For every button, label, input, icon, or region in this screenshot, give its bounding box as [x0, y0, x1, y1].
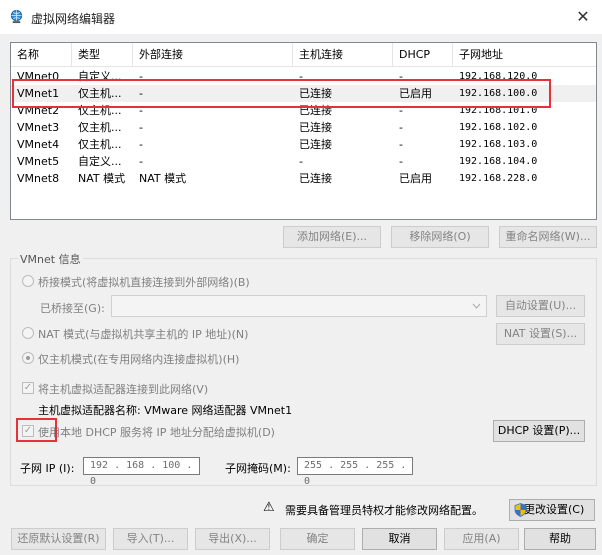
subnet-ip-input[interactable]: 192 . 168 . 100 . 0 — [83, 457, 200, 487]
change-settings-button[interactable]: 更改设置(C) — [509, 499, 595, 521]
cell-dhcp: - — [399, 155, 403, 168]
cell-name: VMnet3 — [17, 121, 60, 134]
bridged-label: 桥接模式(将虚拟机直接连接到外部网络)(B) — [38, 276, 250, 289]
change-settings-label: 更改设置(C) — [524, 503, 585, 516]
cell-external: - — [139, 138, 143, 151]
remove-network-button[interactable]: 移除网络(O) — [391, 226, 489, 248]
title-bar: 虚拟网络编辑器 ✕ — [0, 0, 602, 34]
cell-external: - — [139, 121, 143, 134]
cell-subnet: 192.168.103.0 — [459, 139, 538, 150]
warning-icon: ⚠ — [263, 500, 275, 515]
cell-type: NAT 模式 — [78, 172, 126, 185]
cell-dhcp: - — [399, 138, 403, 151]
column-header-subnet[interactable]: 子网地址 — [453, 43, 596, 67]
column-header-host[interactable]: 主机连接 — [293, 43, 393, 67]
column-header-dhcp[interactable]: DHCP — [393, 43, 453, 67]
table-row[interactable]: VMnet4 仅主机... - 已连接 - 192.168.103.0 — [11, 136, 596, 153]
export-button[interactable]: 导出(X)... — [195, 528, 270, 550]
nat-label: NAT 模式(与虚拟机共享主机的 IP 地址)(N) — [38, 328, 249, 341]
nat-radio[interactable] — [22, 327, 34, 339]
cell-type: 自定义... — [78, 155, 122, 168]
use-dhcp-label: 使用本地 DHCP 服务将 IP 地址分配给虚拟机(D) — [38, 426, 275, 439]
network-list[interactable]: 名称 类型 外部连接 主机连接 DHCP 子网地址 VMnet0 自定义... - -… — [10, 42, 597, 220]
table-row[interactable]: VMnet8 NAT 模式 NAT 模式 已连接 已启用 192.168.228.0 — [11, 170, 596, 187]
highlight-vmnet1-row — [12, 79, 551, 108]
cell-dhcp: - — [399, 121, 403, 134]
connect-adapter-checkbox[interactable]: ✓ — [22, 382, 34, 394]
shield-icon — [514, 503, 527, 517]
network-globe-icon — [10, 9, 23, 24]
cell-host: 已连接 — [299, 138, 332, 151]
table-row[interactable]: VMnet3 仅主机... - 已连接 - 192.168.102.0 — [11, 119, 596, 136]
cell-name: VMnet4 — [17, 138, 60, 151]
cell-subnet: 192.168.102.0 — [459, 122, 538, 133]
window-title: 虚拟网络编辑器 — [31, 12, 116, 26]
vmnet-info-group — [10, 258, 597, 486]
bridged-radio[interactable] — [22, 275, 34, 287]
column-header-external[interactable]: 外部连接 — [133, 43, 293, 67]
bridged-to-select[interactable] — [111, 295, 487, 317]
highlight-dhcp-checkbox — [16, 418, 57, 442]
nat-settings-button[interactable]: NAT 设置(S)... — [496, 323, 585, 345]
host-only-label: 仅主机模式(在专用网络内连接虚拟机)(H) — [38, 353, 240, 366]
cell-host: - — [299, 155, 303, 168]
import-button[interactable]: 导入(T)... — [113, 528, 188, 550]
column-header-name[interactable]: 名称 — [11, 43, 72, 67]
cell-external: NAT 模式 — [139, 172, 187, 185]
dhcp-settings-button[interactable]: DHCP 设置(P)... — [493, 420, 585, 442]
table-row[interactable]: VMnet5 自定义... - - - 192.168.104.0 — [11, 153, 596, 170]
cell-host: 已连接 — [299, 172, 332, 185]
cell-dhcp: 已启用 — [399, 172, 432, 185]
adapter-name-text: 主机虚拟适配器名称: VMware 网络适配器 VMnet1 — [38, 404, 293, 417]
cancel-button[interactable]: 取消 — [362, 528, 437, 550]
ok-button[interactable]: 确定 — [280, 528, 355, 550]
subnet-mask-input[interactable]: 255 . 255 . 255 . 0 — [297, 457, 413, 487]
subnet-mask-label: 子网掩码(M): — [225, 462, 291, 475]
close-button[interactable]: ✕ — [572, 6, 594, 28]
connect-adapter-label: 将主机虚拟适配器连接到此网络(V) — [38, 383, 209, 396]
cell-type: 仅主机... — [78, 121, 122, 134]
add-network-button[interactable]: 添加网络(E)... — [283, 226, 381, 248]
cell-external: - — [139, 155, 143, 168]
host-only-radio[interactable] — [22, 352, 34, 364]
restore-defaults-button[interactable]: 还原默认设置(R) — [11, 528, 106, 550]
vmnet-info-label: VMnet 信息 — [18, 251, 83, 267]
cell-subnet: 192.168.228.0 — [459, 173, 538, 184]
subnet-ip-label: 子网 IP (I): — [20, 462, 75, 475]
cell-subnet: 192.168.104.0 — [459, 156, 538, 167]
apply-button[interactable]: 应用(A) — [444, 528, 519, 550]
help-button[interactable]: 帮助 — [524, 528, 596, 550]
list-header: 名称 类型 外部连接 主机连接 DHCP 子网地址 — [11, 43, 596, 67]
auto-settings-button[interactable]: 自动设置(U)... — [496, 295, 585, 317]
bridged-to-label: 已桥接至(G): — [40, 302, 105, 315]
cell-host: 已连接 — [299, 121, 332, 134]
rename-network-button[interactable]: 重命名网络(W)... — [499, 226, 597, 248]
cell-type: 仅主机... — [78, 138, 122, 151]
cell-name: VMnet5 — [17, 155, 60, 168]
chevron-down-icon — [472, 303, 481, 309]
cell-name: VMnet8 — [17, 172, 60, 185]
admin-warning-text: 需要具备管理员特权才能修改网络配置。 — [285, 504, 483, 517]
column-header-type[interactable]: 类型 — [72, 43, 133, 67]
